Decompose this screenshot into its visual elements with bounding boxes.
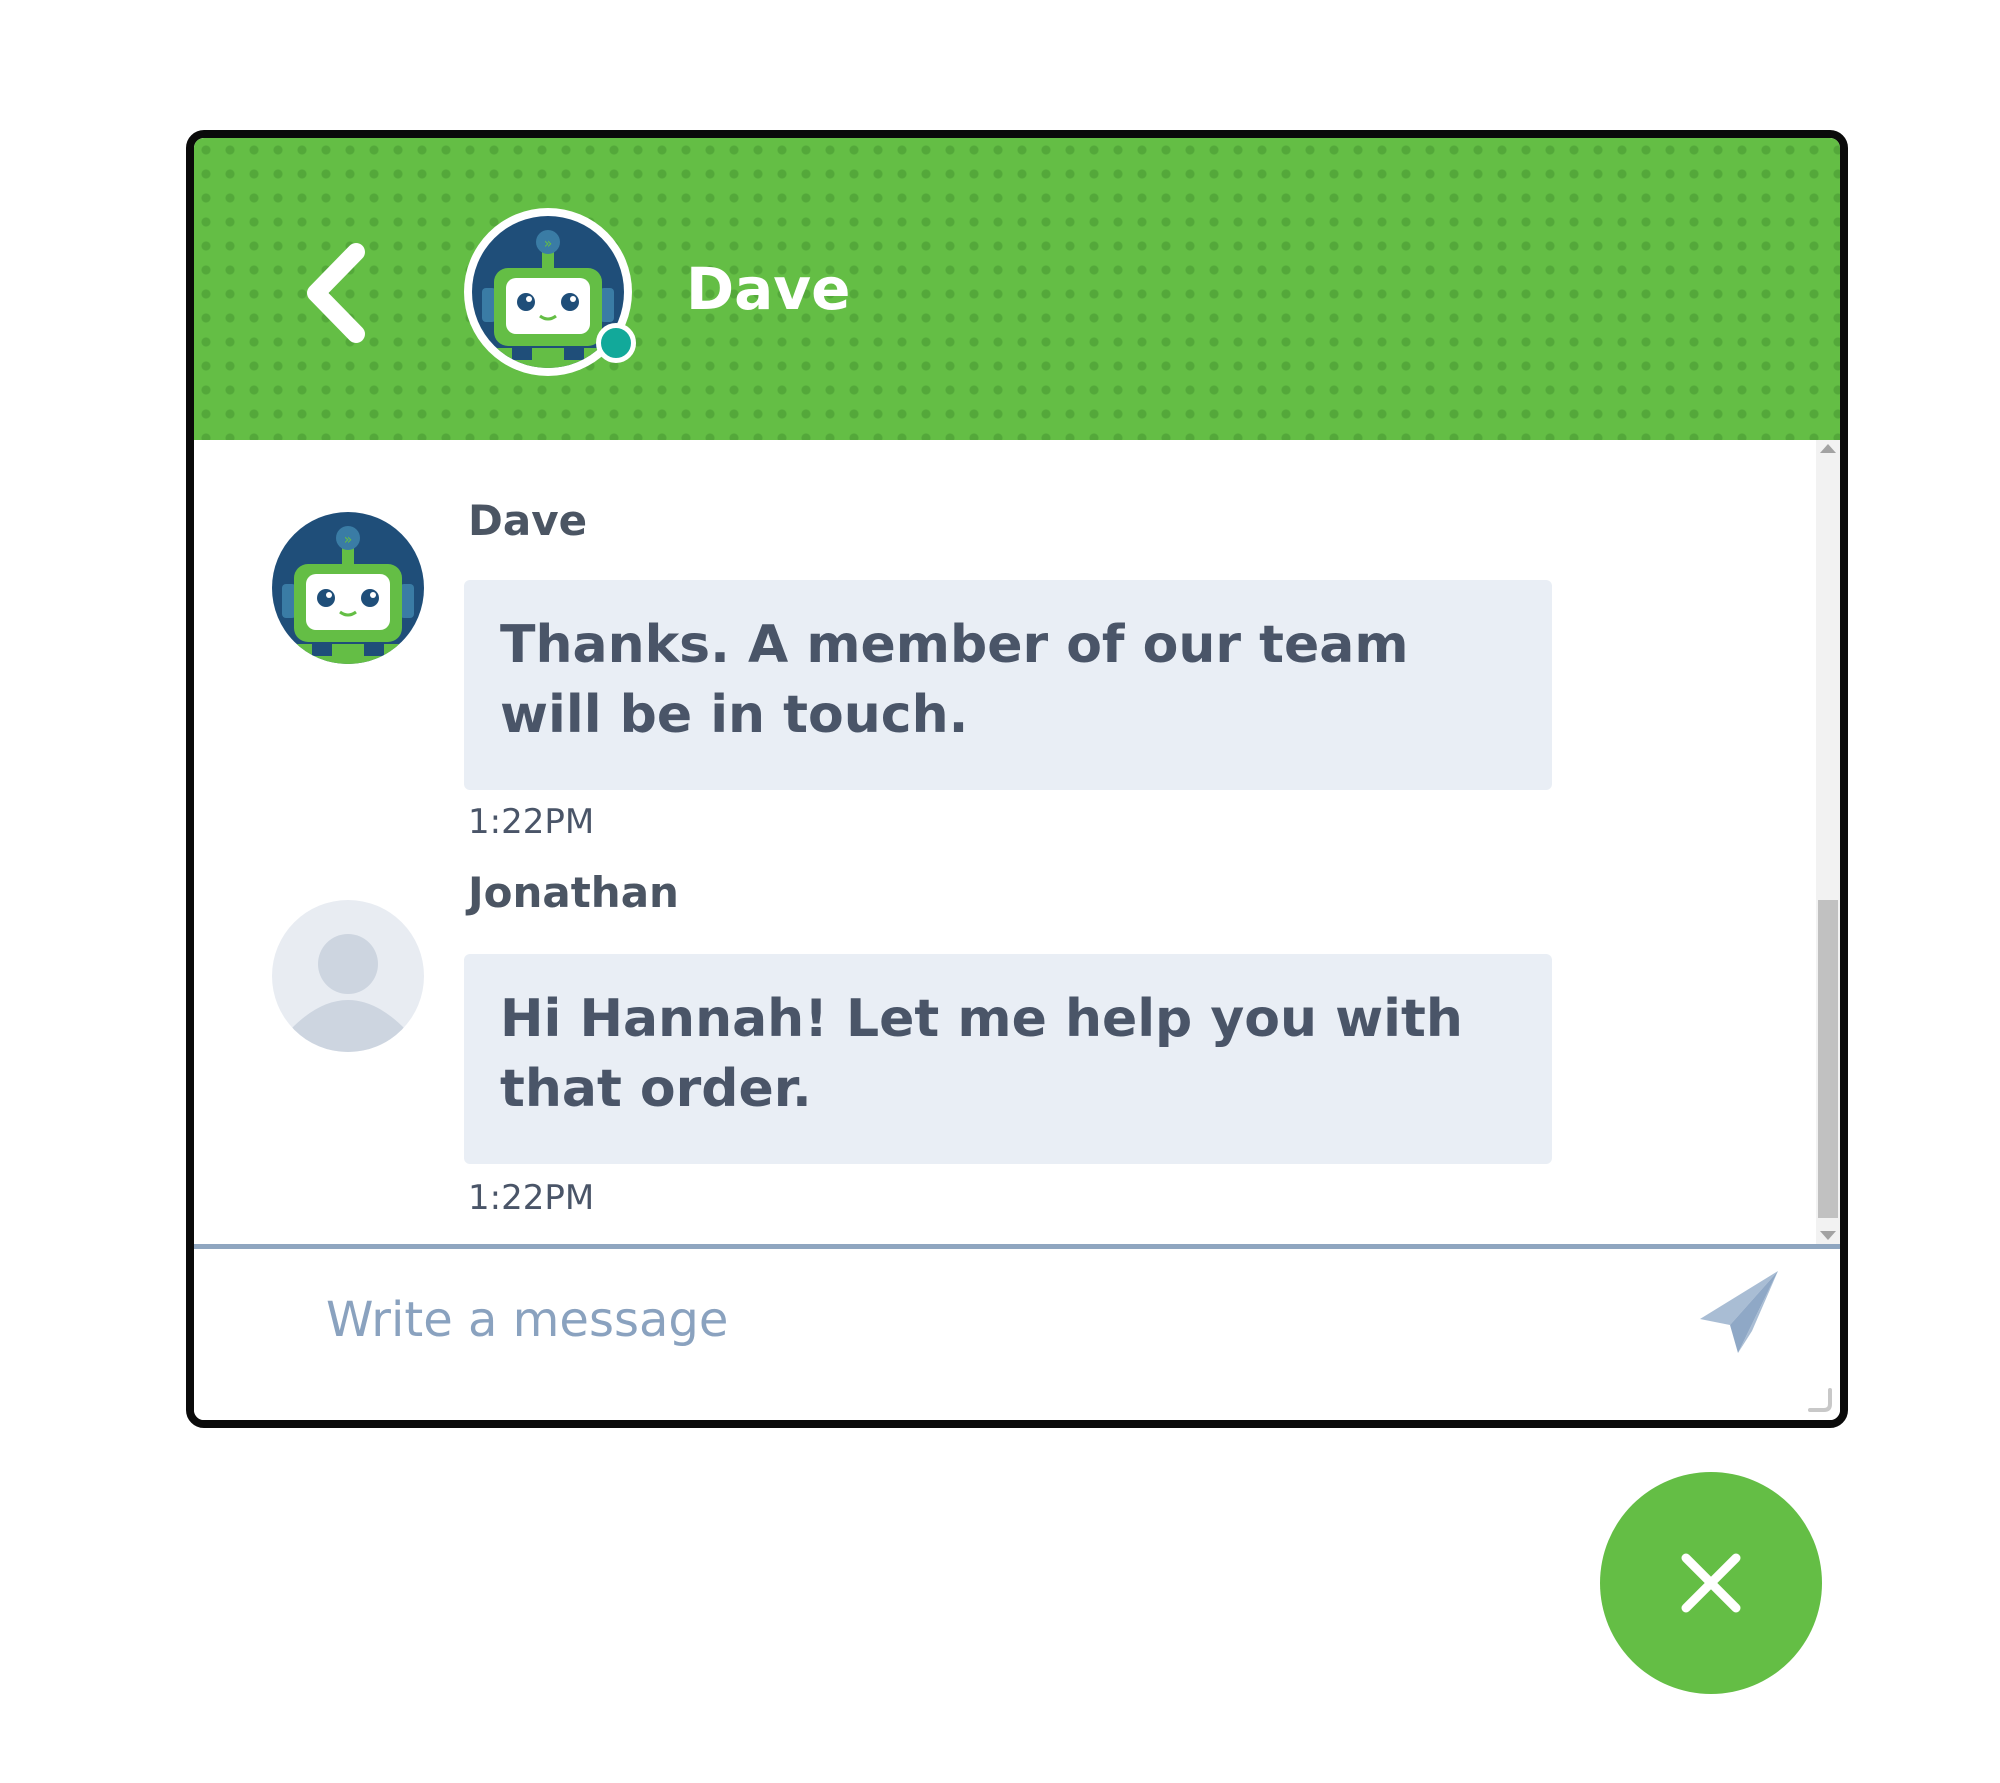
message-text: Hi Hannah! Let me help you with that ord… (500, 989, 1463, 1119)
chat-window: » Dave » Dave Thanks. A member of our te… (186, 130, 1848, 1428)
send-button[interactable] (1694, 1267, 1784, 1357)
chat-title: Dave (686, 255, 851, 323)
user-placeholder-icon (290, 934, 406, 1052)
message-bubble: Hi Hannah! Let me help you with that ord… (464, 954, 1552, 1164)
message-timestamp: 1:22PM (468, 802, 595, 842)
message-text: Thanks. A member of our team will be in … (500, 615, 1409, 745)
sender-name: Jonathan (468, 868, 679, 917)
resize-handle-icon[interactable] (1802, 1382, 1836, 1416)
scroll-down-arrow-icon[interactable] (1820, 1231, 1836, 1240)
close-chat-button[interactable] (1600, 1472, 1822, 1694)
chat-header: » Dave (194, 138, 1840, 440)
close-icon (1681, 1553, 1741, 1613)
message-timestamp: 1:22PM (468, 1178, 595, 1218)
sender-avatar: » (272, 512, 424, 664)
scroll-up-arrow-icon[interactable] (1820, 444, 1836, 453)
online-status-indicator (596, 323, 636, 363)
sender-avatar (272, 900, 424, 1052)
scrollbar-thumb[interactable] (1818, 900, 1838, 1218)
paper-plane-icon (1700, 1271, 1778, 1353)
svg-text:»: » (544, 236, 553, 252)
message-list: » Dave Thanks. A member of our team will… (194, 440, 1810, 1244)
message-bubble: Thanks. A member of our team will be in … (464, 580, 1552, 790)
message-list-scrollbar[interactable] (1816, 440, 1840, 1244)
sender-name: Dave (468, 496, 588, 545)
back-button[interactable] (294, 238, 384, 348)
message-composer (194, 1249, 1840, 1420)
robot-icon: » (272, 512, 424, 664)
chevron-left-icon (307, 243, 365, 343)
svg-text:»: » (344, 532, 353, 548)
message-input[interactable] (324, 1279, 1528, 1361)
